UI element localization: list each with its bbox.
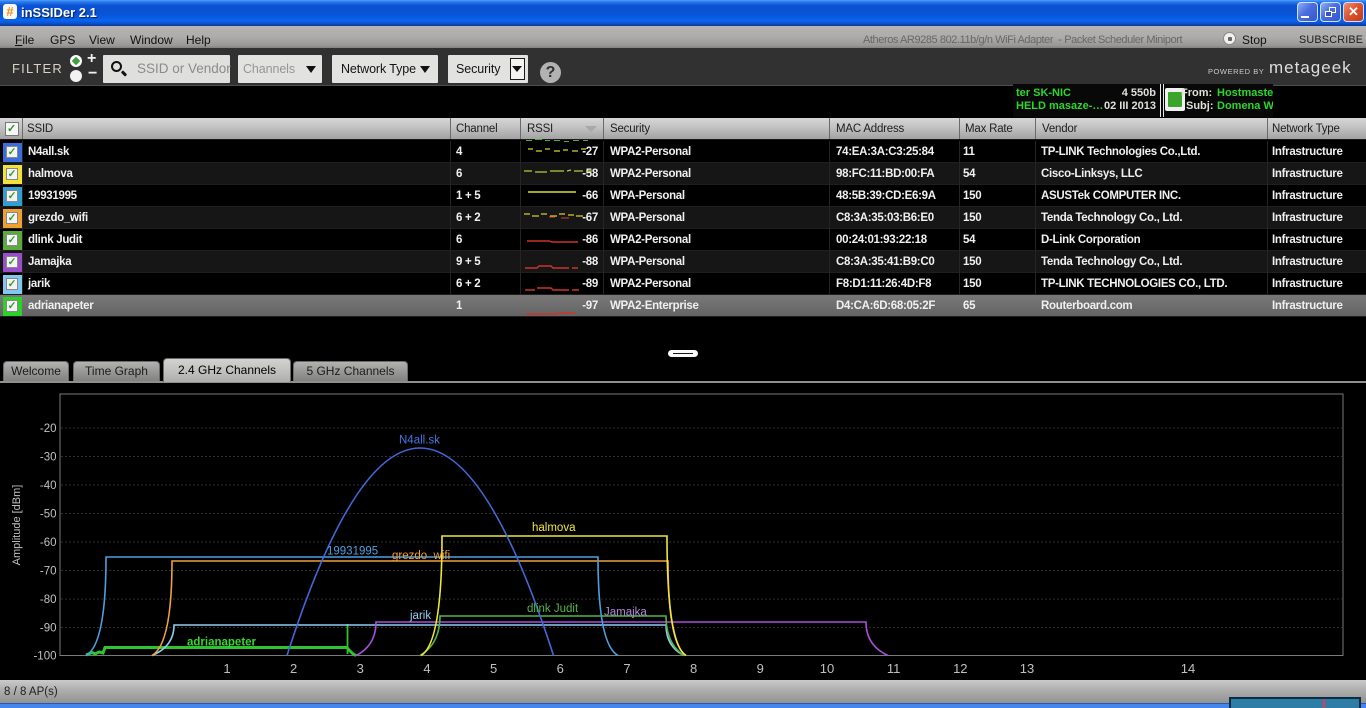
svg-text:11: 11 [887, 661, 901, 676]
svg-text:6: 6 [557, 661, 564, 676]
svg-text:9: 9 [757, 661, 764, 676]
svg-text:-90: -90 [40, 623, 57, 635]
svg-text:7: 7 [623, 661, 630, 676]
svg-text:-70: -70 [40, 566, 57, 578]
svg-text:5: 5 [490, 661, 497, 676]
svg-text:-80: -80 [40, 594, 57, 606]
svg-text:12: 12 [953, 661, 967, 676]
svg-text:Jamajka: Jamajka [604, 607, 647, 619]
svg-text:-60: -60 [40, 537, 57, 549]
svg-text:-100: -100 [33, 651, 56, 663]
svg-text:1: 1 [223, 661, 230, 676]
svg-text:10: 10 [820, 661, 834, 676]
svg-text:adrianapeter: adrianapeter [187, 637, 257, 649]
svg-text:4: 4 [423, 661, 430, 676]
svg-text:14: 14 [1181, 661, 1195, 676]
svg-text:Amplitude [dBm]: Amplitude [dBm] [11, 485, 23, 566]
svg-text:-40: -40 [40, 480, 57, 492]
svg-text:-20: -20 [40, 423, 57, 435]
svg-text:3: 3 [357, 661, 364, 676]
svg-text:jarik: jarik [409, 610, 431, 622]
svg-text:13: 13 [1020, 661, 1034, 676]
svg-text:halmova: halmova [532, 522, 576, 534]
svg-text:grezdo_wifi: grezdo_wifi [392, 550, 450, 562]
svg-text:N4all.sk: N4all.sk [399, 435, 440, 447]
svg-text:19931995: 19931995 [327, 546, 378, 558]
svg-text:-50: -50 [40, 509, 57, 521]
svg-text:8: 8 [690, 661, 697, 676]
svg-text:dlink Judit: dlink Judit [527, 603, 579, 615]
svg-text:-30: -30 [40, 452, 57, 464]
svg-text:2: 2 [290, 661, 297, 676]
